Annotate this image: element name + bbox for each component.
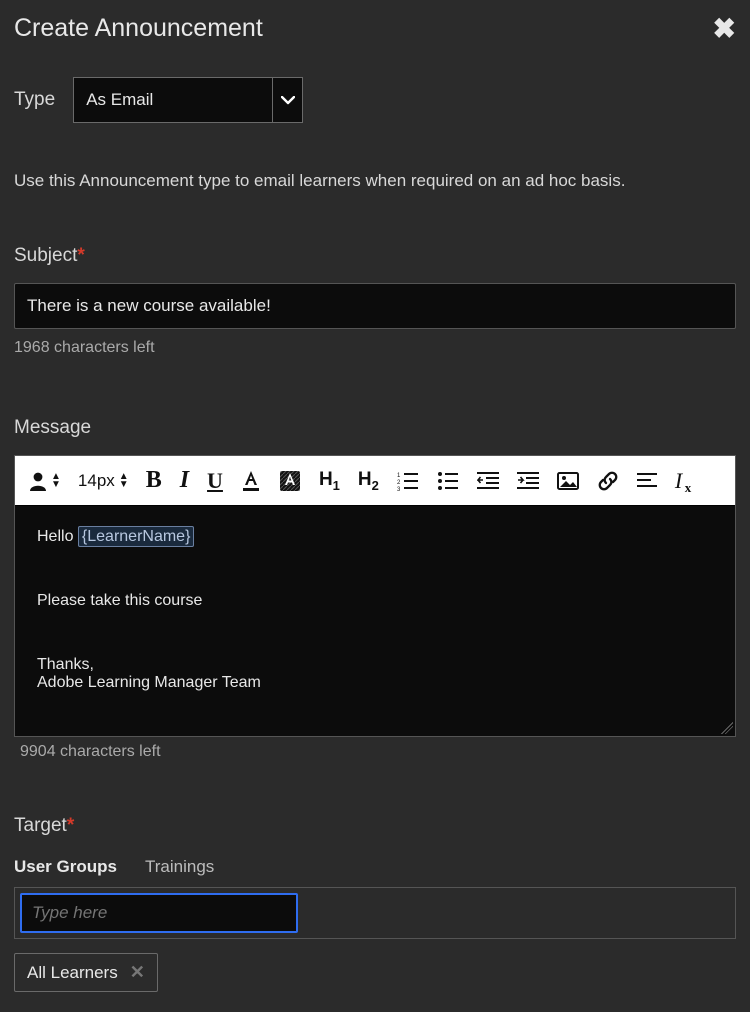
target-label-text: Target — [14, 815, 67, 836]
font-size-selector[interactable]: 14px ▲▼ — [78, 471, 128, 491]
clear-format-button[interactable]: Ix — [675, 468, 682, 494]
target-block: Target* User Groups Trainings All Learne… — [14, 815, 736, 992]
required-asterisk: * — [77, 245, 84, 266]
underline-button[interactable]: U — [207, 468, 223, 494]
type-label: Type — [14, 89, 55, 111]
create-announcement-modal: Create Announcement ✖ Type As Email Use … — [0, 0, 750, 1012]
unordered-list-button[interactable] — [437, 471, 459, 491]
learner-name-tag[interactable]: {LearnerName} — [78, 526, 195, 547]
target-tabs: User Groups Trainings — [14, 857, 736, 877]
link-button[interactable] — [597, 470, 619, 492]
subject-input[interactable] — [14, 283, 736, 329]
bold-button[interactable]: B — [146, 467, 162, 494]
required-asterisk: * — [67, 815, 74, 836]
type-help-text: Use this Announcement type to email lear… — [14, 171, 736, 191]
outdent-button[interactable] — [477, 471, 499, 491]
close-icon[interactable]: ✖ — [713, 15, 736, 43]
type-value: As Email — [74, 90, 272, 110]
message-block: Message ▲▼ 14px ▲▼ B I U — [14, 417, 736, 761]
target-field[interactable] — [14, 887, 736, 939]
message-label: Message — [14, 417, 736, 439]
align-button[interactable] — [637, 472, 657, 490]
type-dropdown[interactable]: As Email — [73, 77, 303, 123]
heading1-button[interactable]: H1 — [319, 469, 340, 493]
target-label: Target* — [14, 815, 736, 837]
chevron-down-icon — [272, 78, 302, 122]
highlight-button[interactable] — [279, 470, 301, 492]
heading2-button[interactable]: H2 — [358, 469, 379, 493]
tab-user-groups[interactable]: User Groups — [14, 857, 117, 877]
message-line: Thanks, — [37, 656, 713, 674]
editor-toolbar: ▲▼ 14px ▲▼ B I U H1 H2 123 — [15, 456, 735, 506]
ordered-list-button[interactable]: 123 — [397, 471, 419, 491]
sort-icon: ▲▼ — [51, 473, 60, 489]
indent-button[interactable] — [517, 471, 539, 491]
message-line: Adobe Learning Manager Team — [37, 674, 713, 692]
subject-label: Subject* — [14, 245, 736, 267]
modal-title: Create Announcement — [14, 14, 263, 43]
font-size-value: 14px — [78, 471, 115, 491]
svg-text:1: 1 — [397, 473, 401, 479]
target-chip[interactable]: All Learners ✕ — [14, 953, 158, 992]
subject-label-text: Subject — [14, 245, 77, 266]
message-counter: 9904 characters left — [20, 743, 736, 761]
svg-text:2: 2 — [397, 480, 401, 486]
type-row: Type As Email — [14, 77, 736, 123]
subject-block: Subject* 1968 characters left — [14, 245, 736, 357]
message-line: Hello {LearnerName} — [37, 528, 713, 546]
message-line: Please take this course — [37, 592, 713, 610]
person-icon — [29, 471, 47, 491]
target-input[interactable] — [20, 893, 298, 933]
image-button[interactable] — [557, 472, 579, 490]
chip-remove-icon[interactable]: ✕ — [130, 962, 145, 983]
sort-icon: ▲▼ — [119, 473, 128, 489]
modal-header: Create Announcement ✖ — [14, 14, 736, 43]
subject-counter: 1968 characters left — [14, 339, 736, 357]
font-color-button[interactable] — [241, 470, 261, 492]
chip-label: All Learners — [27, 963, 118, 983]
user-font-group[interactable]: ▲▼ — [29, 471, 60, 491]
italic-button[interactable]: I — [180, 467, 189, 494]
svg-text:3: 3 — [397, 487, 401, 491]
message-body[interactable]: Hello {LearnerName} Please take this cou… — [15, 506, 735, 736]
rich-text-editor: ▲▼ 14px ▲▼ B I U H1 H2 123 — [14, 455, 736, 737]
tab-trainings[interactable]: Trainings — [145, 857, 214, 877]
